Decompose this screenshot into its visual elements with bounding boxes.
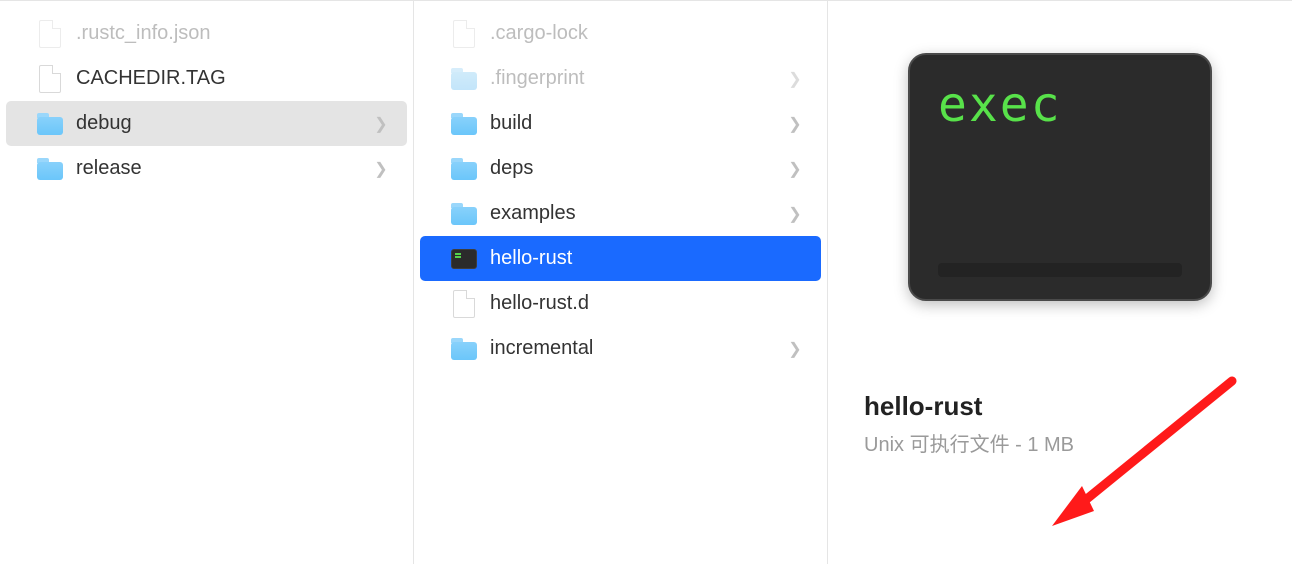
preview-file-info: Unix 可执行文件 - 1 MB [864,428,1074,457]
folder-icon [450,110,478,138]
file-cachedir-tag[interactable]: CACHEDIR.TAG [6,56,407,101]
file-icon [450,20,478,48]
folder-label: deps [490,157,787,180]
terminal-bottom-bar [938,263,1182,277]
executable-icon [450,245,478,273]
chevron-right-icon: ❯ [787,159,803,179]
file-hello-rust-exec[interactable]: hello-rust [420,236,821,281]
file-cargo-lock[interactable]: .cargo-lock [420,11,821,56]
folder-label: debug [76,112,373,135]
file-icon [450,290,478,318]
preview-file-name: hello-rust [864,391,1074,422]
chevron-right-icon: ❯ [373,114,389,134]
folder-icon [36,155,64,183]
chevron-right-icon: ❯ [787,114,803,134]
exec-preview-icon: exec [908,53,1212,301]
file-label: .cargo-lock [490,22,803,45]
folder-icon [450,200,478,228]
folder-build[interactable]: build ❯ [420,101,821,146]
folder-label: .fingerprint [490,67,787,90]
chevron-right-icon: ❯ [787,339,803,359]
file-rustc-info[interactable]: .rustc_info.json [6,11,407,56]
folder-examples[interactable]: examples ❯ [420,191,821,236]
folder-fingerprint[interactable]: .fingerprint ❯ [420,56,821,101]
finder-column-view: .rustc_info.json CACHEDIR.TAG debug ❯ re… [0,0,1292,564]
folder-icon [450,155,478,183]
file-icon [36,65,64,93]
file-label: hello-rust.d [490,292,803,315]
folder-release[interactable]: release ❯ [6,146,407,191]
chevron-right-icon: ❯ [787,204,803,224]
folder-icon [36,110,64,138]
folder-label: release [76,157,373,180]
file-hello-rust-d[interactable]: hello-rust.d [420,281,821,326]
folder-label: incremental [490,337,787,360]
folder-deps[interactable]: deps ❯ [420,146,821,191]
file-label: hello-rust [490,247,803,270]
exec-badge-text: exec [938,77,1182,133]
chevron-right-icon: ❯ [373,159,389,179]
column-1: .rustc_info.json CACHEDIR.TAG debug ❯ re… [0,1,414,564]
folder-label: build [490,112,787,135]
chevron-right-icon: ❯ [787,69,803,89]
preview-pane: exec hello-rust Unix 可执行文件 - 1 MB [828,1,1292,564]
folder-incremental[interactable]: incremental ❯ [420,326,821,371]
folder-debug[interactable]: debug ❯ [6,101,407,146]
folder-label: examples [490,202,787,225]
column-2: .cargo-lock .fingerprint ❯ build ❯ deps … [414,1,828,564]
file-label: .rustc_info.json [76,22,389,45]
file-label: CACHEDIR.TAG [76,67,389,90]
folder-icon [450,335,478,363]
folder-icon [450,65,478,93]
file-icon [36,20,64,48]
